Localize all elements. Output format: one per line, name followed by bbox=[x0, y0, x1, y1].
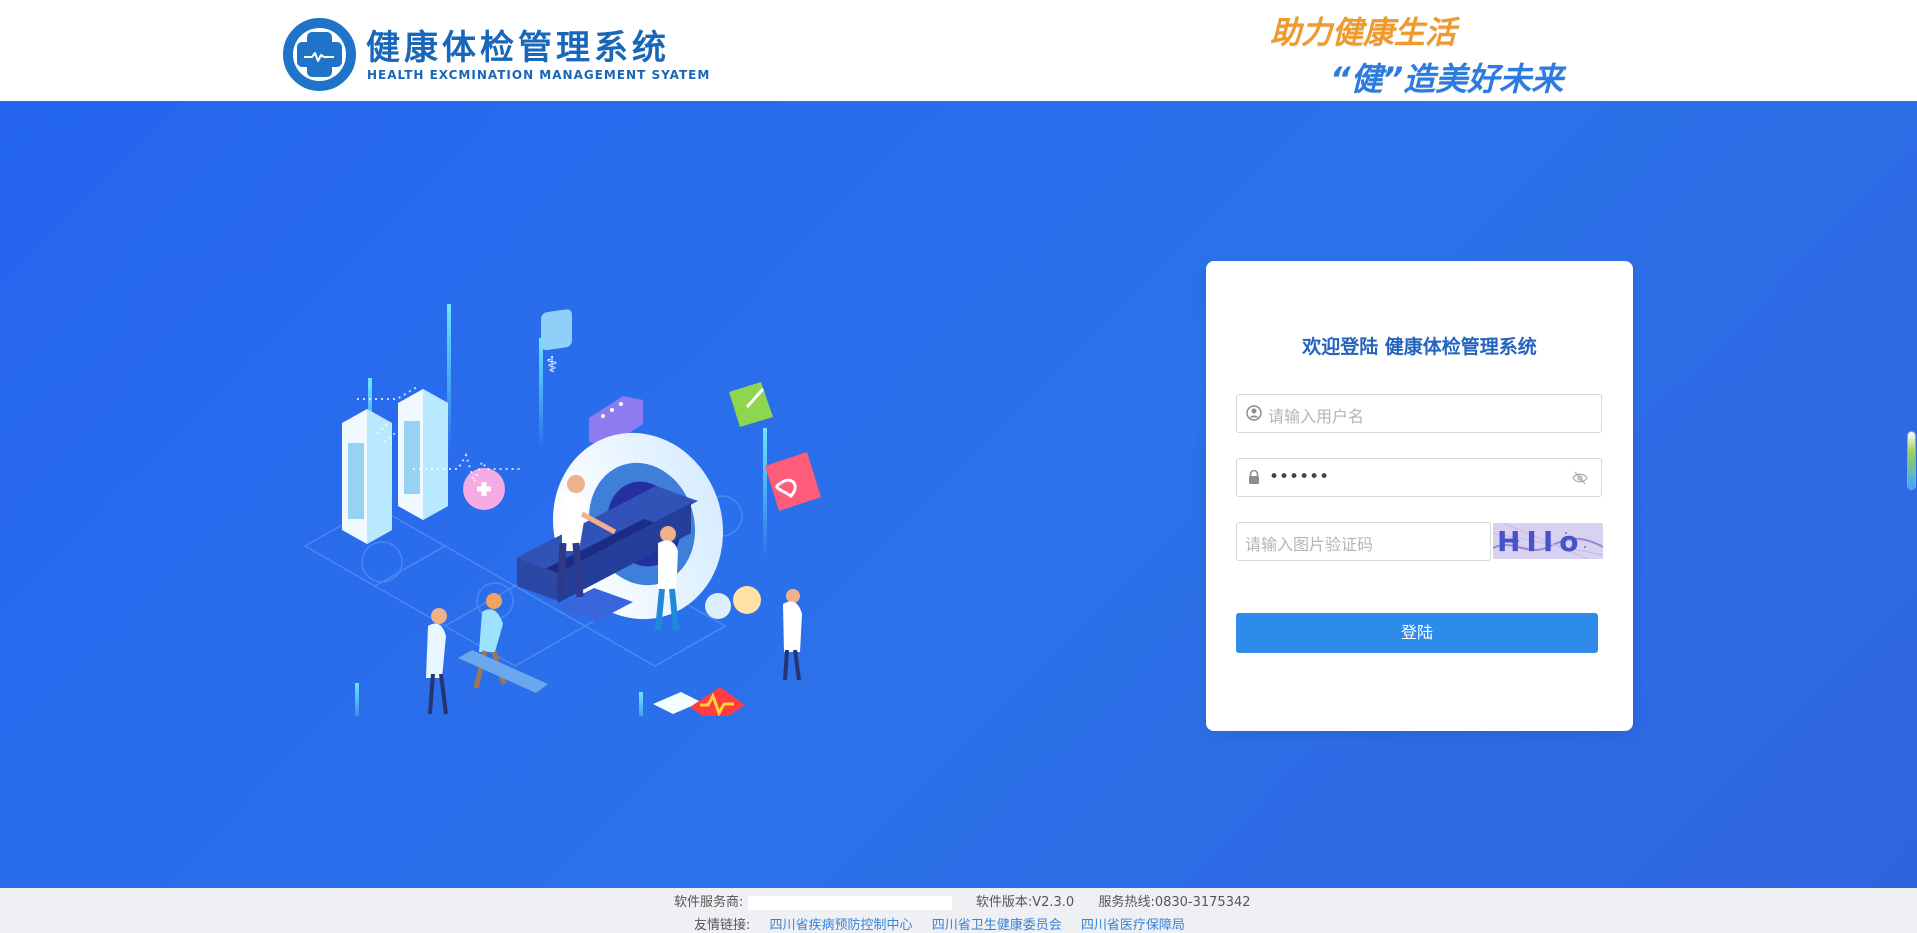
svg-text:⚕: ⚕ bbox=[546, 353, 558, 378]
footer-info-row: 软件服务商: 软件版本:V2.3.0 服务热线:0830-3175342 bbox=[674, 891, 1251, 910]
login-page: 健康体检管理系统 HEALTH EXCMINATION MANAGEMENT S… bbox=[0, 0, 1917, 933]
slogan-line-1: 助力健康生活 bbox=[1270, 15, 1456, 51]
login-button[interactable]: 登陆 bbox=[1236, 613, 1598, 653]
password-value: •••••• bbox=[1269, 467, 1330, 487]
footer-link-medical-insurance[interactable]: 四川省医疗保障局 bbox=[1081, 918, 1185, 933]
medical-logo-icon bbox=[283, 18, 356, 91]
service-hotline: 服务热线:0830-3175342 bbox=[1098, 895, 1251, 910]
eye-off-icon[interactable] bbox=[1572, 471, 1588, 485]
software-version: 软件版本:V2.3.0 bbox=[975, 895, 1075, 910]
vendor-name-mask bbox=[747, 895, 952, 910]
footer-link-cdc[interactable]: 四川省疾病预防控制中心 bbox=[770, 918, 913, 933]
password-input[interactable]: •••••• bbox=[1236, 458, 1602, 497]
login-title: 欢迎登陆 健康体检管理系统 bbox=[1302, 336, 1537, 358]
user-icon bbox=[1246, 405, 1262, 421]
captcha-placeholder: 请输入图片验证码 bbox=[1245, 535, 1374, 554]
friendly-links-label: 友情链接: bbox=[694, 918, 751, 933]
system-title: 健康体检管理系统 bbox=[366, 28, 670, 68]
pulse-line-icon bbox=[304, 52, 334, 62]
medical-isometric-illustration: ⚕ bbox=[303, 304, 821, 716]
captcha-text: HIIo bbox=[1497, 525, 1585, 558]
page-footer: 软件服务商: 软件版本:V2.3.0 服务热线:0830-3175342 友情链… bbox=[0, 888, 1917, 933]
username-placeholder: 请输入用户名 bbox=[1268, 407, 1365, 426]
hero-section: ⚕ 欢迎登陆 健康体检管理系统 请输入用户名 •••••• 请输入图片验证码 H… bbox=[0, 101, 1917, 888]
page-header: 健康体检管理系统 HEALTH EXCMINATION MANAGEMENT S… bbox=[0, 0, 1917, 101]
username-input[interactable]: 请输入用户名 bbox=[1236, 394, 1602, 433]
captcha-input[interactable]: 请输入图片验证码 bbox=[1236, 522, 1491, 561]
slogan-line-2: “健”造美好未来 bbox=[1330, 60, 1564, 98]
captcha-image[interactable]: HIIo bbox=[1493, 523, 1603, 559]
scrollbar-handle[interactable] bbox=[1908, 432, 1915, 489]
login-card: 欢迎登陆 健康体检管理系统 请输入用户名 •••••• 请输入图片验证码 HII… bbox=[1206, 261, 1633, 731]
lock-icon bbox=[1249, 469, 1259, 484]
system-english-title: HEALTH EXCMINATION MANAGEMENT SYATEM bbox=[367, 68, 711, 82]
vendor-label: 软件服务商: bbox=[674, 895, 744, 910]
friendly-links-row: 友情链接: 四川省疾病预防控制中心 四川省卫生健康委员会 四川省医疗保障局 bbox=[694, 914, 1185, 933]
storage-cabinet-illustration bbox=[342, 389, 448, 544]
footer-link-health-commission[interactable]: 四川省卫生健康委员会 bbox=[932, 918, 1062, 933]
